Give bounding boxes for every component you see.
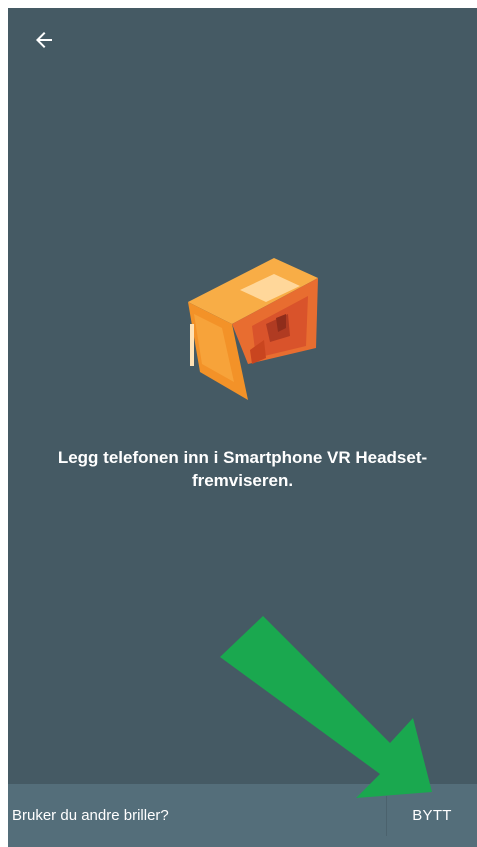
switch-button[interactable]: BYTT bbox=[387, 784, 477, 847]
arrow-left-icon bbox=[36, 32, 52, 48]
back-button[interactable] bbox=[24, 20, 64, 60]
vr-headset-icon bbox=[188, 258, 318, 400]
other-glasses-question: Bruker du andre briller? bbox=[12, 807, 169, 824]
screen: Legg telefonen inn i Smartphone VR Heads… bbox=[8, 8, 477, 847]
instruction-text: Legg telefonen inn i Smartphone VR Heads… bbox=[57, 448, 428, 490]
bottom-bar: Bruker du andre briller? BYTT bbox=[8, 784, 477, 847]
